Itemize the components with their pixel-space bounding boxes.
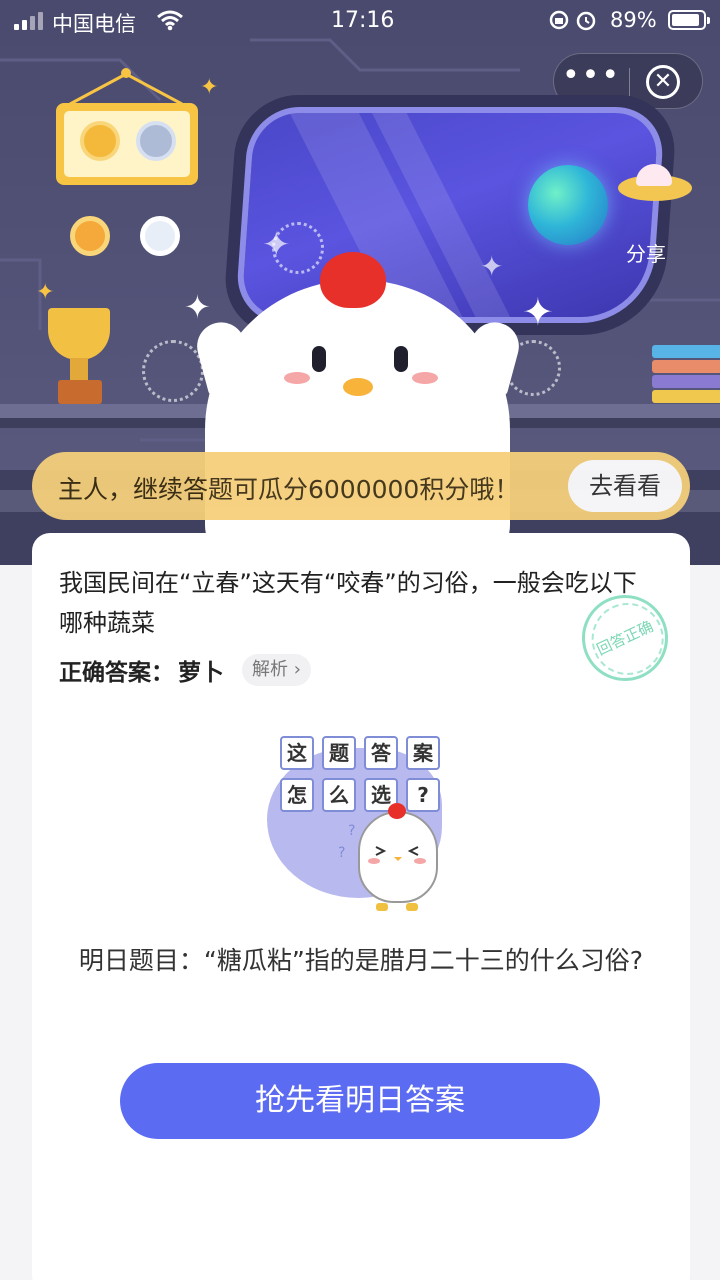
question-mark-icon: ?	[338, 845, 346, 861]
dotted-circle	[142, 340, 204, 402]
reward-banner: 主人，继续答题可瓜分6000000积分哦！ 去看看	[32, 452, 690, 520]
thinking-chick-face	[368, 846, 426, 864]
trophy-base	[58, 380, 102, 404]
chick-comb	[320, 252, 386, 308]
planet-icon	[528, 165, 608, 245]
word-tile: ?	[406, 778, 440, 812]
plaque-hanger	[69, 68, 183, 106]
medal-icon	[80, 121, 120, 161]
share-label[interactable]: 分享	[626, 238, 666, 267]
sparkle-icon: ✦	[184, 288, 211, 326]
thinking-chick-comb	[388, 803, 406, 819]
books-icon	[652, 345, 720, 405]
sparkle-icon: ✦	[522, 290, 554, 334]
chick-beak	[343, 378, 373, 396]
dotted-circle	[272, 222, 324, 274]
tomorrow-question: 明日题目：“糖瓜粘”指的是腊月二十三的什么习俗?	[78, 946, 644, 975]
answer-label: 正确答案：	[59, 660, 174, 686]
sparkle-icon: ✦	[36, 280, 55, 305]
banner-text: 主人，继续答题可瓜分6000000积分哦！	[58, 475, 520, 504]
medal-icon	[140, 216, 180, 256]
chick-mascot	[205, 280, 510, 565]
chick-cheek-right	[412, 372, 438, 384]
go-see-button[interactable]: 去看看	[568, 460, 682, 512]
word-tile: 题	[322, 736, 356, 770]
question-text: 我国民间在“立春”这天有“咬春”的习俗，一般会吃以下哪种蔬菜	[59, 569, 637, 637]
question-mark-icon: ?	[348, 823, 356, 839]
chick-eye-right	[394, 346, 408, 372]
see-tomorrow-answer-button[interactable]: 抢先看明日答案	[120, 1063, 600, 1139]
trophy-stem	[70, 358, 88, 380]
answer-value: 萝卜	[178, 660, 224, 686]
thinking-chick-foot	[406, 903, 418, 911]
sparkle-icon: ✦	[480, 250, 504, 283]
word-tile: 怎	[280, 778, 314, 812]
analysis-button[interactable]: 解析 ›	[242, 654, 311, 686]
chick-eye-left	[312, 346, 326, 372]
word-tile: 答	[364, 736, 398, 770]
question-card: 我国民间在“立春”这天有“咬春”的习俗，一般会吃以下哪种蔬菜 正确答案： 萝卜 …	[32, 533, 690, 1280]
medal-icon	[136, 121, 176, 161]
medal-icon	[70, 216, 110, 256]
word-tile: 么	[322, 778, 356, 812]
medal-plaque	[56, 103, 198, 185]
chick-cheek-left	[284, 372, 310, 384]
answer-row: 正确答案： 萝卜 解析 ›	[59, 653, 311, 687]
word-tile: 案	[406, 736, 440, 770]
word-tile: 这	[280, 736, 314, 770]
thinking-chick-foot	[376, 903, 388, 911]
